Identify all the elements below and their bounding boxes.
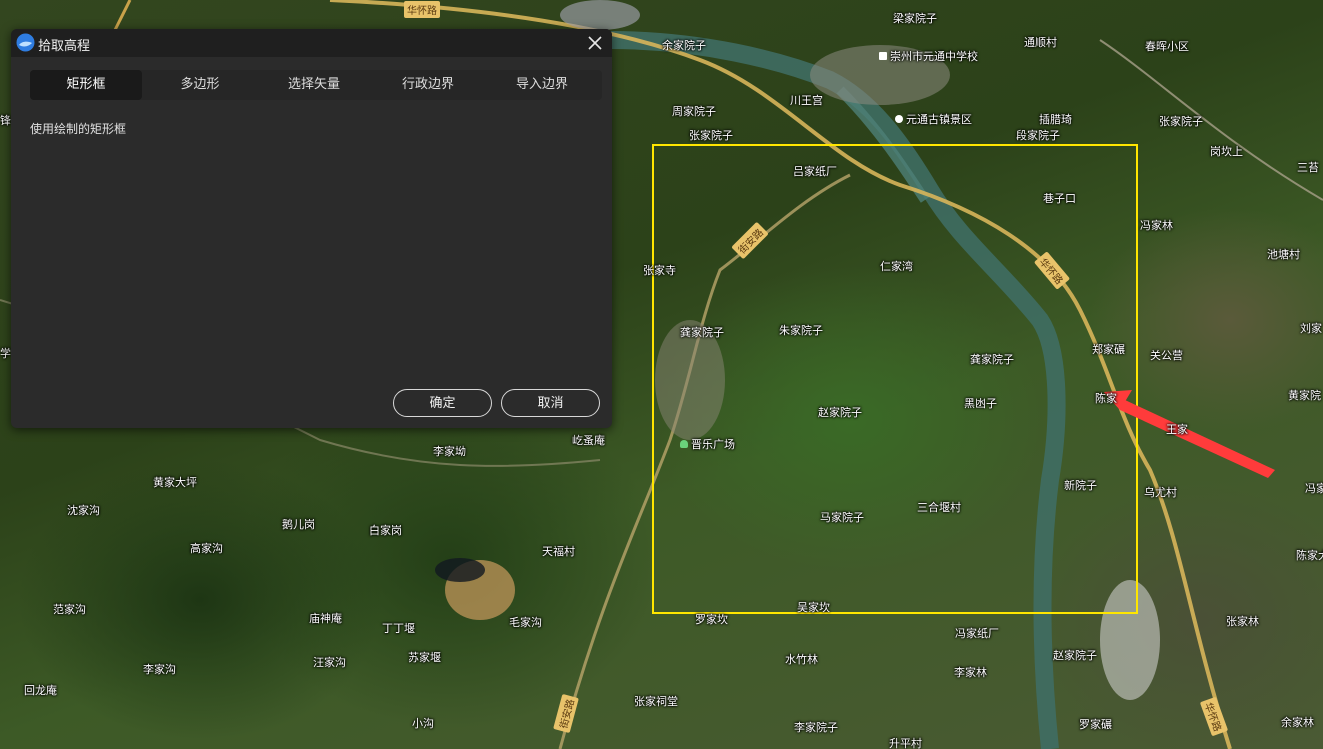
- app-logo-icon: [16, 33, 35, 52]
- place-label: 余家林: [1281, 716, 1314, 729]
- place-label: 小沟: [412, 717, 434, 730]
- place-label: 汪家沟: [313, 656, 346, 669]
- place-label: 周家院子: [672, 105, 716, 118]
- pick-elevation-dialog: 拾取高程 矩形框 多边形 选择矢量 行政边界 导入边界 使用绘制的矩形框 确定 …: [11, 29, 612, 428]
- place-label: 赵家院子: [1053, 649, 1097, 662]
- place-label: 赵家院子: [818, 406, 862, 419]
- place-label: 张家院子: [689, 129, 733, 142]
- place-label: 川王宫: [790, 94, 823, 107]
- place-label-park: 晋乐广场: [680, 436, 735, 452]
- place-label: 李家沟: [143, 663, 176, 676]
- place-label: 张家寺: [643, 264, 676, 277]
- place-label: 吴家坎: [797, 601, 830, 614]
- place-label: 张家祠堂: [634, 695, 678, 708]
- school-icon: [879, 52, 887, 60]
- place-label: 郑家碾: [1092, 343, 1125, 356]
- place-label: 王家: [1166, 423, 1188, 436]
- place-label: 刘家: [1300, 322, 1322, 335]
- tab-polygon[interactable]: 多边形: [144, 70, 256, 100]
- place-label: 白家岗: [369, 524, 402, 537]
- place-label: 通顺村: [1024, 36, 1057, 49]
- place-label: 朱家院子: [779, 324, 823, 337]
- place-label: 马家院子: [820, 511, 864, 524]
- dialog-title: 拾取高程: [38, 39, 91, 54]
- place-label: 李家坳: [433, 445, 466, 458]
- place-label: 苏家堰: [408, 651, 441, 664]
- place-label: 关公营: [1150, 349, 1183, 362]
- place-label: 仁家湾: [880, 260, 913, 273]
- place-label: 升平村: [889, 737, 922, 749]
- place-label: 范家沟: [53, 603, 86, 616]
- place-label: 三苔: [1297, 161, 1319, 174]
- place-label: 陈家: [1095, 392, 1117, 405]
- place-label: 黄家院: [1288, 389, 1321, 402]
- cancel-button[interactable]: 取消: [501, 389, 600, 417]
- place-label: 李家林: [954, 666, 987, 679]
- place-label: 沈家沟: [67, 504, 100, 517]
- close-icon[interactable]: [584, 32, 606, 54]
- place-label-text: 崇州市元通中学校: [890, 50, 978, 63]
- selection-mode-tabs: 矩形框 多边形 选择矢量 行政边界 导入边界: [30, 70, 602, 100]
- place-label-text: 晋乐广场: [691, 438, 735, 451]
- place-label: 学: [0, 347, 11, 360]
- place-label-text: 元通古镇景区: [906, 113, 972, 126]
- place-label: 龚家院子: [680, 326, 724, 339]
- place-label: 岗坎上: [1210, 145, 1243, 158]
- place-label: 罗家碾: [1079, 718, 1112, 731]
- place-label: 庙神庵: [309, 612, 342, 625]
- place-label: 冯家纸厂: [955, 627, 999, 640]
- place-label: 张家林: [1226, 615, 1259, 628]
- place-label: 吕家纸厂: [793, 165, 837, 178]
- place-label-school: 崇州市元通中学校: [879, 48, 978, 64]
- place-label: 巷子口: [1043, 192, 1076, 205]
- tab-admin-boundary[interactable]: 行政边界: [372, 70, 484, 100]
- place-label: 梁家院子: [893, 12, 937, 25]
- place-label: 黑凼子: [964, 397, 997, 410]
- place-label: 锋: [0, 114, 11, 127]
- place-label: 回龙庵: [24, 684, 57, 697]
- place-label: 屹蚤庵: [572, 434, 605, 447]
- place-label: 插腊琦: [1039, 113, 1072, 126]
- road-label: 华怀路: [404, 1, 440, 18]
- place-label: 高家沟: [190, 542, 223, 555]
- tab-select-vector[interactable]: 选择矢量: [258, 70, 370, 100]
- tab-rectangle[interactable]: 矩形框: [30, 70, 142, 100]
- tab-description: 使用绘制的矩形框: [30, 122, 127, 136]
- place-label: 黄家大坪: [153, 476, 197, 489]
- place-label: 春晖小区: [1145, 40, 1189, 53]
- place-label: 余家院子: [662, 39, 706, 52]
- place-label: 陈家大: [1296, 549, 1323, 562]
- tab-import-boundary[interactable]: 导入边界: [486, 70, 598, 100]
- confirm-button[interactable]: 确定: [393, 389, 492, 417]
- place-label: 池塘村: [1267, 248, 1300, 261]
- place-label: 三合堰村: [917, 501, 961, 514]
- place-label: 龚家院子: [970, 353, 1014, 366]
- place-label: 段家院子: [1016, 129, 1060, 142]
- place-label: 毛家沟: [509, 616, 542, 629]
- place-label: 鹅儿岗: [282, 518, 315, 531]
- dialog-titlebar[interactable]: 拾取高程: [11, 29, 612, 57]
- place-label: 冯家林: [1140, 219, 1173, 232]
- place-label: 李家院子: [794, 721, 838, 734]
- place-label: 冯家: [1305, 482, 1323, 495]
- place-label: 天福村: [542, 545, 575, 558]
- place-label: 乌尤村: [1144, 486, 1177, 499]
- place-label: 水竹林: [785, 653, 818, 666]
- place-label-scenic: 元通古镇景区: [895, 111, 972, 127]
- scenic-icon: [895, 115, 903, 123]
- place-label: 新院子: [1064, 479, 1097, 492]
- place-label: 丁丁堰: [382, 622, 415, 635]
- place-label: 张家院子: [1159, 115, 1203, 128]
- place-label: 罗家坎: [695, 613, 728, 626]
- park-icon: [680, 440, 688, 448]
